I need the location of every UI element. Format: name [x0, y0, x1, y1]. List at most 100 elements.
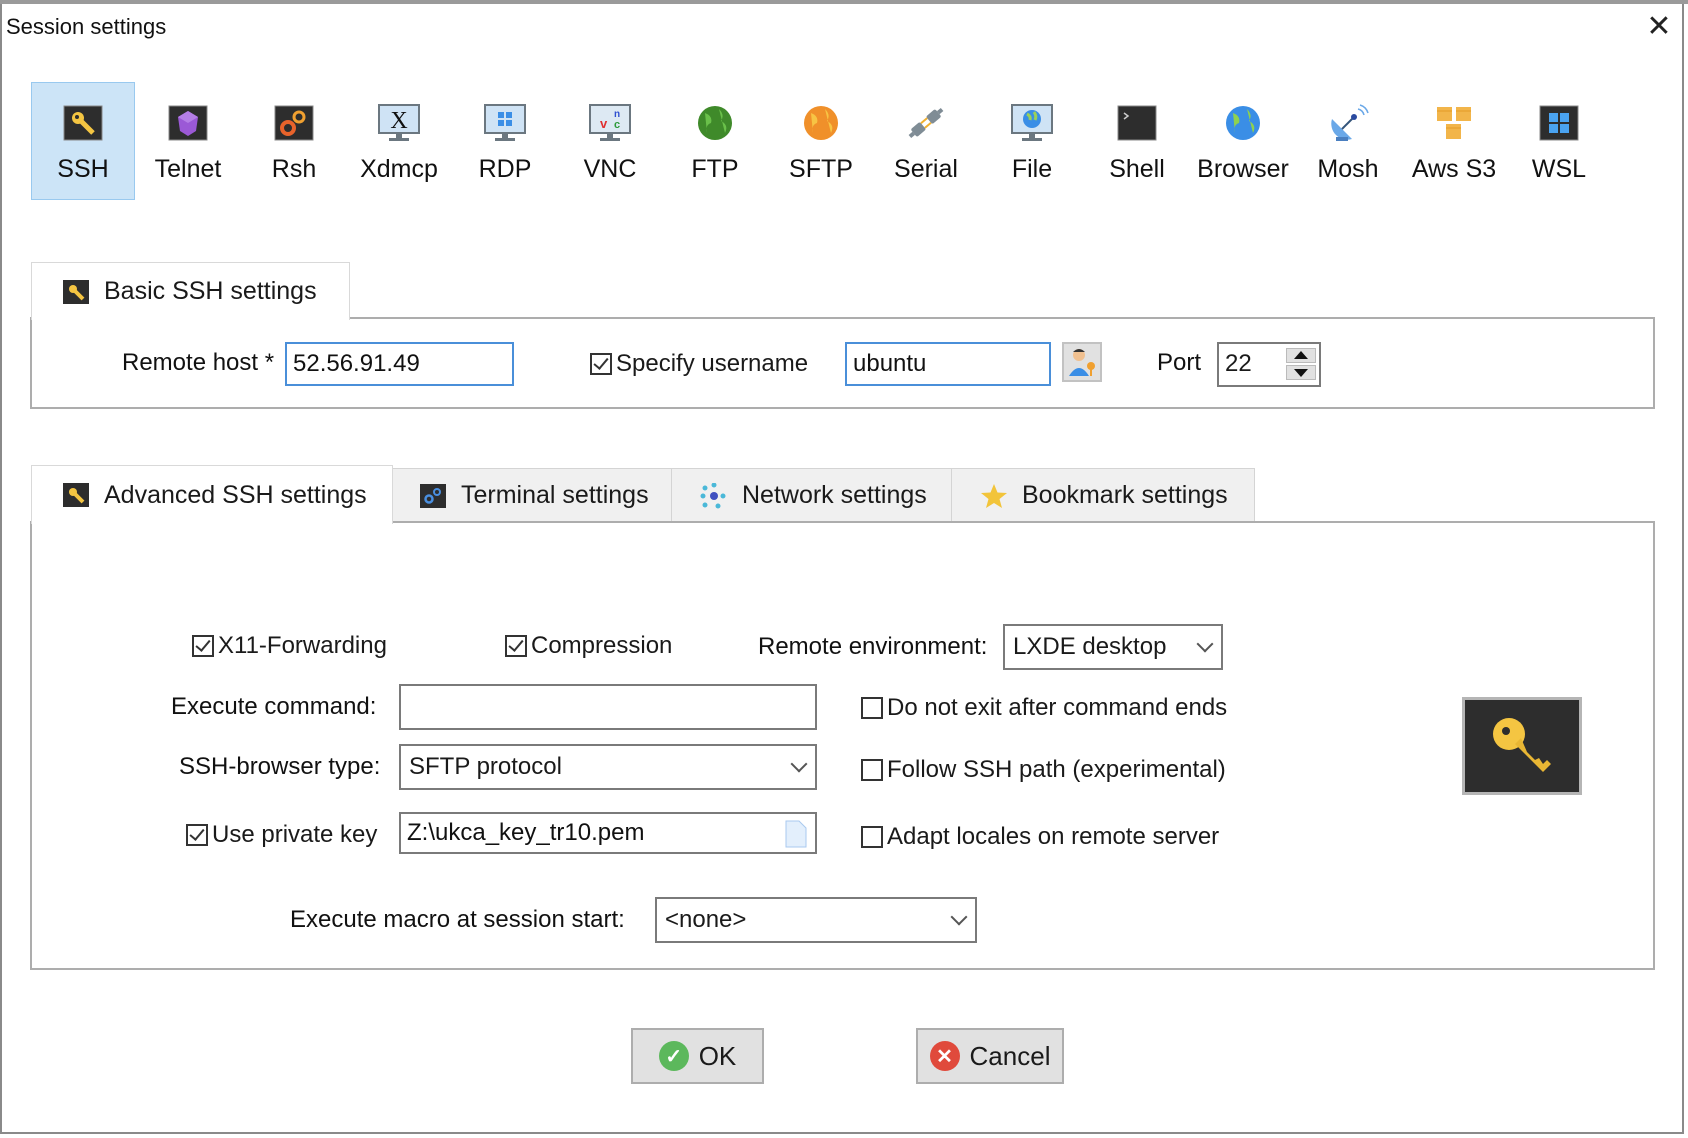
specify-username-checkbox[interactable]	[590, 353, 612, 375]
adapt-locales-row[interactable]: Adapt locales on remote server	[861, 823, 1219, 851]
tab-basic-ssh-settings[interactable]: Basic SSH settings	[31, 262, 350, 320]
port-spinner[interactable]: 22	[1217, 342, 1321, 387]
protocol-label: Xdmcp	[360, 155, 438, 183]
x-circle-icon: ✕	[929, 1041, 960, 1071]
protocol-aws-s3[interactable]: Aws S3	[1402, 82, 1506, 200]
protocol-label: FTP	[691, 155, 739, 183]
port-decrement-button[interactable]	[1286, 365, 1316, 380]
up-arrow-icon	[1294, 351, 1308, 359]
compression-row[interactable]: Compression	[505, 632, 672, 660]
protocol-label: SFTP	[789, 155, 853, 183]
protocol-xdmcp[interactable]: X Xdmcp	[347, 82, 451, 200]
telnet-gem-icon	[168, 105, 208, 141]
protocol-label: Browser	[1197, 155, 1289, 183]
remote-environment-value: LXDE desktop	[1013, 633, 1167, 660]
do-not-exit-row[interactable]: Do not exit after command ends	[861, 694, 1227, 722]
protocol-ftp[interactable]: FTP	[663, 82, 767, 200]
remote-environment-select[interactable]: LXDE desktop	[1003, 624, 1223, 670]
specify-username-label: Specify username	[616, 350, 809, 377]
x11-forwarding-row[interactable]: X11-Forwarding	[192, 632, 387, 660]
protocol-label: WSL	[1531, 155, 1587, 183]
protocol-label: VNC	[583, 155, 637, 183]
use-private-key-label: Use private key	[212, 821, 378, 848]
key-icon	[63, 279, 89, 304]
execute-command-label: Execute command:	[171, 693, 377, 720]
mosh-satellite-icon	[1331, 104, 1369, 141]
tab-advanced-ssh-settings[interactable]: Advanced SSH settings	[31, 465, 393, 524]
protocol-shell[interactable]: Shell	[1085, 82, 1189, 200]
sftp-globe-icon	[804, 106, 838, 140]
tab-label: Basic SSH settings	[104, 277, 317, 305]
protocol-label: Telnet	[154, 155, 222, 183]
tab-network-settings[interactable]: Network settings	[671, 468, 952, 522]
protocol-browser[interactable]: Browser	[1191, 82, 1295, 200]
port-increment-button[interactable]	[1286, 348, 1316, 363]
adapt-locales-checkbox[interactable]	[861, 826, 883, 848]
protocol-label: Aws S3	[1411, 155, 1497, 183]
use-private-key-checkbox[interactable]	[186, 824, 208, 846]
chevron-down-icon	[1196, 635, 1214, 653]
protocol-rsh[interactable]: Rsh	[242, 82, 346, 200]
tab-terminal-settings[interactable]: Terminal settings	[392, 468, 672, 522]
close-icon[interactable]: ✕	[1644, 12, 1674, 42]
protocol-file[interactable]: File	[980, 82, 1084, 200]
execute-macro-select[interactable]: <none>	[655, 897, 977, 943]
protocol-ssh[interactable]: SSH	[31, 82, 135, 200]
do-not-exit-checkbox[interactable]	[861, 697, 883, 719]
svg-text:n: n	[614, 109, 620, 120]
protocol-mosh[interactable]: Mosh	[1296, 82, 1400, 200]
key-manager-button[interactable]	[1462, 697, 1582, 795]
follow-ssh-path-checkbox[interactable]	[861, 759, 883, 781]
chevron-down-icon	[950, 908, 968, 926]
protocol-serial[interactable]: Serial	[874, 82, 978, 200]
protocol-label: File	[1011, 155, 1053, 183]
remote-environment-label: Remote environment:	[758, 633, 988, 660]
protocol-label: Shell	[1109, 155, 1165, 183]
wsl-windows-icon	[1539, 105, 1579, 141]
protocol-label: SSH	[57, 155, 109, 183]
tab-label: Network settings	[742, 481, 927, 509]
ok-label: OK	[698, 1040, 737, 1071]
ssh-browser-type-select[interactable]: SFTP protocol	[399, 744, 817, 790]
follow-ssh-path-row[interactable]: Follow SSH path (experimental)	[861, 756, 1226, 784]
ssh-key-icon	[63, 105, 103, 141]
protocol-wsl[interactable]: WSL	[1507, 82, 1611, 200]
private-key-path-value: Z:\ukca_key_tr10.pem	[407, 819, 645, 846]
protocol-telnet[interactable]: Telnet	[136, 82, 240, 200]
port-value: 22	[1225, 350, 1252, 377]
protocol-label: Mosh	[1317, 155, 1379, 183]
user-credentials-button[interactable]	[1062, 342, 1102, 382]
private-key-path-input[interactable]: Z:\ukca_key_tr10.pem	[399, 812, 817, 854]
x11-forwarding-checkbox[interactable]	[192, 635, 214, 657]
do-not-exit-label: Do not exit after command ends	[887, 694, 1228, 721]
user-key-icon	[1069, 349, 1095, 376]
browser-globe-icon	[1226, 106, 1260, 140]
execute-command-input[interactable]	[399, 684, 817, 730]
remote-host-input[interactable]: 52.56.91.49	[285, 342, 514, 386]
ftp-globe-icon	[698, 106, 732, 140]
use-private-key-row[interactable]: Use private key	[186, 821, 377, 849]
ok-button[interactable]: ✓ OK	[631, 1028, 764, 1084]
file-browse-icon[interactable]	[785, 820, 807, 848]
compression-label: Compression	[531, 632, 673, 659]
chevron-down-icon	[790, 755, 808, 773]
svg-text:v: v	[600, 116, 608, 131]
username-input[interactable]: ubuntu	[845, 342, 1051, 386]
ssh-browser-type-label: SSH-browser type:	[179, 753, 381, 780]
protocol-vnc[interactable]: vcn VNC	[558, 82, 662, 200]
cancel-button[interactable]: ✕ Cancel	[916, 1028, 1064, 1084]
cancel-label: Cancel	[969, 1040, 1051, 1071]
shell-terminal-icon	[1117, 105, 1157, 141]
protocol-label: RDP	[478, 155, 532, 183]
protocol-sftp[interactable]: SFTP	[769, 82, 873, 200]
protocol-rdp[interactable]: RDP	[453, 82, 557, 200]
tab-label: Advanced SSH settings	[104, 480, 367, 509]
remote-host-label: Remote host *	[122, 349, 275, 376]
specify-username-checkbox-row[interactable]: Specify username	[590, 350, 808, 378]
gears-icon	[420, 483, 446, 508]
compression-checkbox[interactable]	[505, 635, 527, 657]
window-title: Session settings	[6, 14, 167, 39]
tab-label: Bookmark settings	[1022, 481, 1228, 509]
x11-forwarding-label: X11-Forwarding	[218, 632, 387, 659]
tab-bookmark-settings[interactable]: Bookmark settings	[951, 468, 1255, 522]
